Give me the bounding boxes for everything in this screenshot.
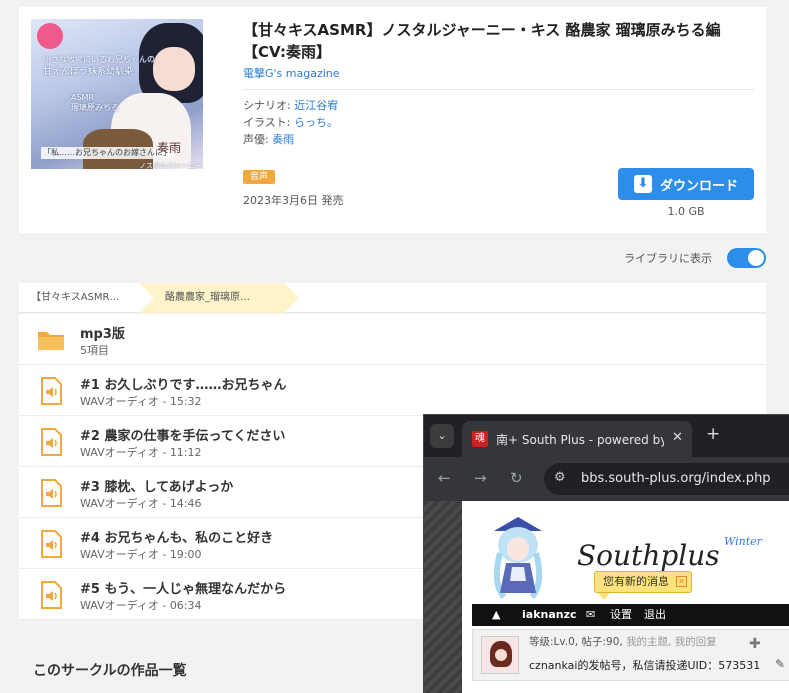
browser-toolbar: ← → ↻ ⚙ bbs.south-plus.org/index.php [424, 457, 789, 501]
item-name: #3 膝枕、してあげよっか [80, 480, 234, 495]
breadcrumb-item-current[interactable]: 酪農農家_瑠璃原… [139, 283, 299, 313]
browser-window: ⌄ 魂 南+ South Plus - powered by ✕ + ← → ↻… [423, 414, 789, 693]
item-meta: WAVオーディオ - 15:32 [80, 395, 202, 408]
illustrator-link[interactable]: らっち。 [294, 116, 338, 129]
new-message-notice[interactable]: 您有新的消息 ✕ [594, 571, 692, 593]
circle-works-heading: このサークルの作品一覧 [33, 663, 187, 679]
product-card: 小さな牧場にいるお兄ちゃんの 甘えんぼう妹系幼馴染 ASMR 瑠璃原みちる 「私… [19, 7, 766, 233]
item-name: mp3版 [80, 327, 125, 342]
category-tag: 音声 [243, 170, 276, 184]
tab-south-plus[interactable]: 魂 南+ South Plus - powered by ✕ [462, 421, 692, 457]
site-info-icon[interactable]: ⚙ [554, 470, 566, 485]
forum-page: Southplus Winter 您有新的消息 ✕ ▲ iaknanzc ✉ 设… [462, 501, 789, 693]
cover-text: ノスタルジャーニー・キス [139, 162, 203, 169]
cover-text: 「私……お兄ちゃんのお嫁さんに」 [41, 147, 173, 159]
folder-icon [38, 332, 64, 350]
audio-file-icon [41, 530, 62, 558]
divider [243, 89, 754, 90]
circle-link[interactable]: 電撃G's magazine [243, 65, 340, 81]
url-text: bbs.south-plus.org/index.php [581, 471, 771, 486]
tab-search-icon[interactable]: ⌄ [430, 424, 454, 448]
edit-icon[interactable]: ✎ [775, 657, 785, 671]
address-bar[interactable]: ⚙ bbs.south-plus.org/index.php [544, 463, 789, 495]
download-button[interactable]: ⬇ ダウンロード [618, 168, 754, 200]
item-meta: WAVオーディオ - 06:34 [80, 599, 202, 612]
tab-bar: ⌄ 魂 南+ South Plus - powered by ✕ + [424, 415, 789, 457]
audio-file-icon [41, 428, 62, 456]
list-item-audio[interactable]: #1 お久しぶりです……お兄ちゃん WAVオーディオ - 15:32 [19, 365, 766, 416]
voice-actor-link[interactable]: 奏雨 [272, 133, 294, 146]
close-icon[interactable]: ✕ [676, 576, 687, 587]
credit-illustration: イラスト: らっち。 [243, 116, 338, 129]
toggle-knob [748, 250, 764, 266]
library-toggle[interactable] [727, 248, 766, 268]
site-logo: Southplus [577, 539, 720, 572]
cover-badge-icon [37, 23, 63, 49]
forward-icon[interactable]: → [474, 469, 487, 487]
scenario-link[interactable]: 近江谷宥 [294, 99, 338, 112]
new-tab-icon[interactable]: + [706, 424, 720, 444]
close-icon[interactable]: ✕ [672, 430, 683, 445]
cover-face [153, 47, 195, 91]
tab-title: 南+ South Plus - powered by [496, 433, 664, 447]
nav-username[interactable]: iaknanzc [522, 604, 577, 626]
item-meta: WAVオーディオ - 11:12 [80, 446, 202, 459]
notice-text: 您有新的消息 [603, 575, 669, 588]
page-background [424, 501, 462, 693]
user-info-panel: 等级:Lv.0, 帖子:90, 我的主题, 我的回复 ✚ cznankai的发帖… [472, 629, 789, 681]
user-links[interactable]: 我的主题, 我的回复 [626, 636, 717, 648]
item-name: #2 農家の仕事を手伝ってください [80, 429, 286, 444]
release-date: 2023年3月6日 発売 [243, 194, 344, 207]
download-icon: ⬇ [633, 175, 652, 193]
cover-image[interactable]: 小さな牧場にいるお兄ちゃんの 甘えんぼう妹系幼馴染 ASMR 瑠璃原みちる 「私… [31, 19, 203, 169]
cover-text: 小さな牧場にいるお兄ちゃんの [43, 55, 155, 64]
reload-icon[interactable]: ↻ [510, 469, 523, 487]
item-name: #1 お久しぶりです……お兄ちゃん [80, 378, 287, 393]
credit-scenario: シナリオ: 近江谷宥 [243, 99, 339, 112]
cover-text: 奏雨 [157, 141, 182, 155]
credits: シナリオ: 近江谷宥 イラスト: らっち。 声優: 奏雨 [243, 97, 338, 148]
user-level: 等级:Lv.0, 帖子:90, [529, 636, 623, 648]
item-meta: WAVオーディオ - 14:46 [80, 497, 202, 510]
list-item-folder[interactable]: mp3版 5項目 [19, 314, 766, 365]
file-size: 1.0 GB [667, 205, 705, 218]
audio-file-icon [41, 581, 62, 609]
product-title: 【甘々キスASMR】ノスタルジャーニー・キス 酪農家 瑠璃原みちる編【CV:奏雨… [243, 21, 721, 61]
user-stats: 等级:Lv.0, 帖子:90, 我的主题, 我的回复 [529, 634, 717, 649]
browser-viewport: Southplus Winter 您有新的消息 ✕ ▲ iaknanzc ✉ 设… [424, 501, 789, 693]
breadcrumb: 【甘々キスASMR… 酪農農家_瑠璃原… [19, 283, 766, 313]
nav-settings[interactable]: 设置 [610, 604, 632, 626]
forum-nav-bar: ▲ iaknanzc ✉ 设置 退出 [472, 604, 789, 626]
item-name: #5 もう、一人じゃ無理なんだから [80, 582, 287, 597]
back-icon[interactable]: ← [438, 469, 451, 487]
library-toggle-label: ライブラリに表示 [624, 252, 712, 265]
audio-file-icon [41, 377, 62, 405]
breadcrumb-item-root[interactable]: 【甘々キスASMR… [19, 283, 139, 313]
mascot-image [493, 517, 543, 599]
download-label: ダウンロード [659, 178, 738, 194]
plus-icon[interactable]: ✚ [749, 636, 761, 652]
cover-text: ASMR [71, 93, 95, 102]
caret-up-icon[interactable]: ▲ [492, 604, 500, 626]
notice-pointer [598, 593, 610, 600]
avatar[interactable] [481, 636, 519, 674]
nav-logout[interactable]: 退出 [644, 604, 666, 626]
favicon-icon: 魂 [472, 431, 488, 447]
item-meta: 5項目 [80, 344, 109, 357]
avatar-face [495, 649, 507, 661]
cover-text: 甘えんぼう妹系幼馴染 [43, 67, 134, 77]
cover-text: 瑠璃原みちる [71, 103, 119, 112]
audio-file-icon [41, 479, 62, 507]
credit-voice: 声優: 奏雨 [243, 133, 295, 146]
site-logo-sub: Winter [724, 535, 762, 548]
item-meta: WAVオーディオ - 19:00 [80, 548, 202, 561]
mail-icon[interactable]: ✉ [586, 604, 595, 626]
item-name: #4 お兄ちゃんも、私のこと好き [80, 531, 274, 546]
user-signature: cznankai的发帖号，私信请投递UID：573531 [529, 659, 761, 672]
